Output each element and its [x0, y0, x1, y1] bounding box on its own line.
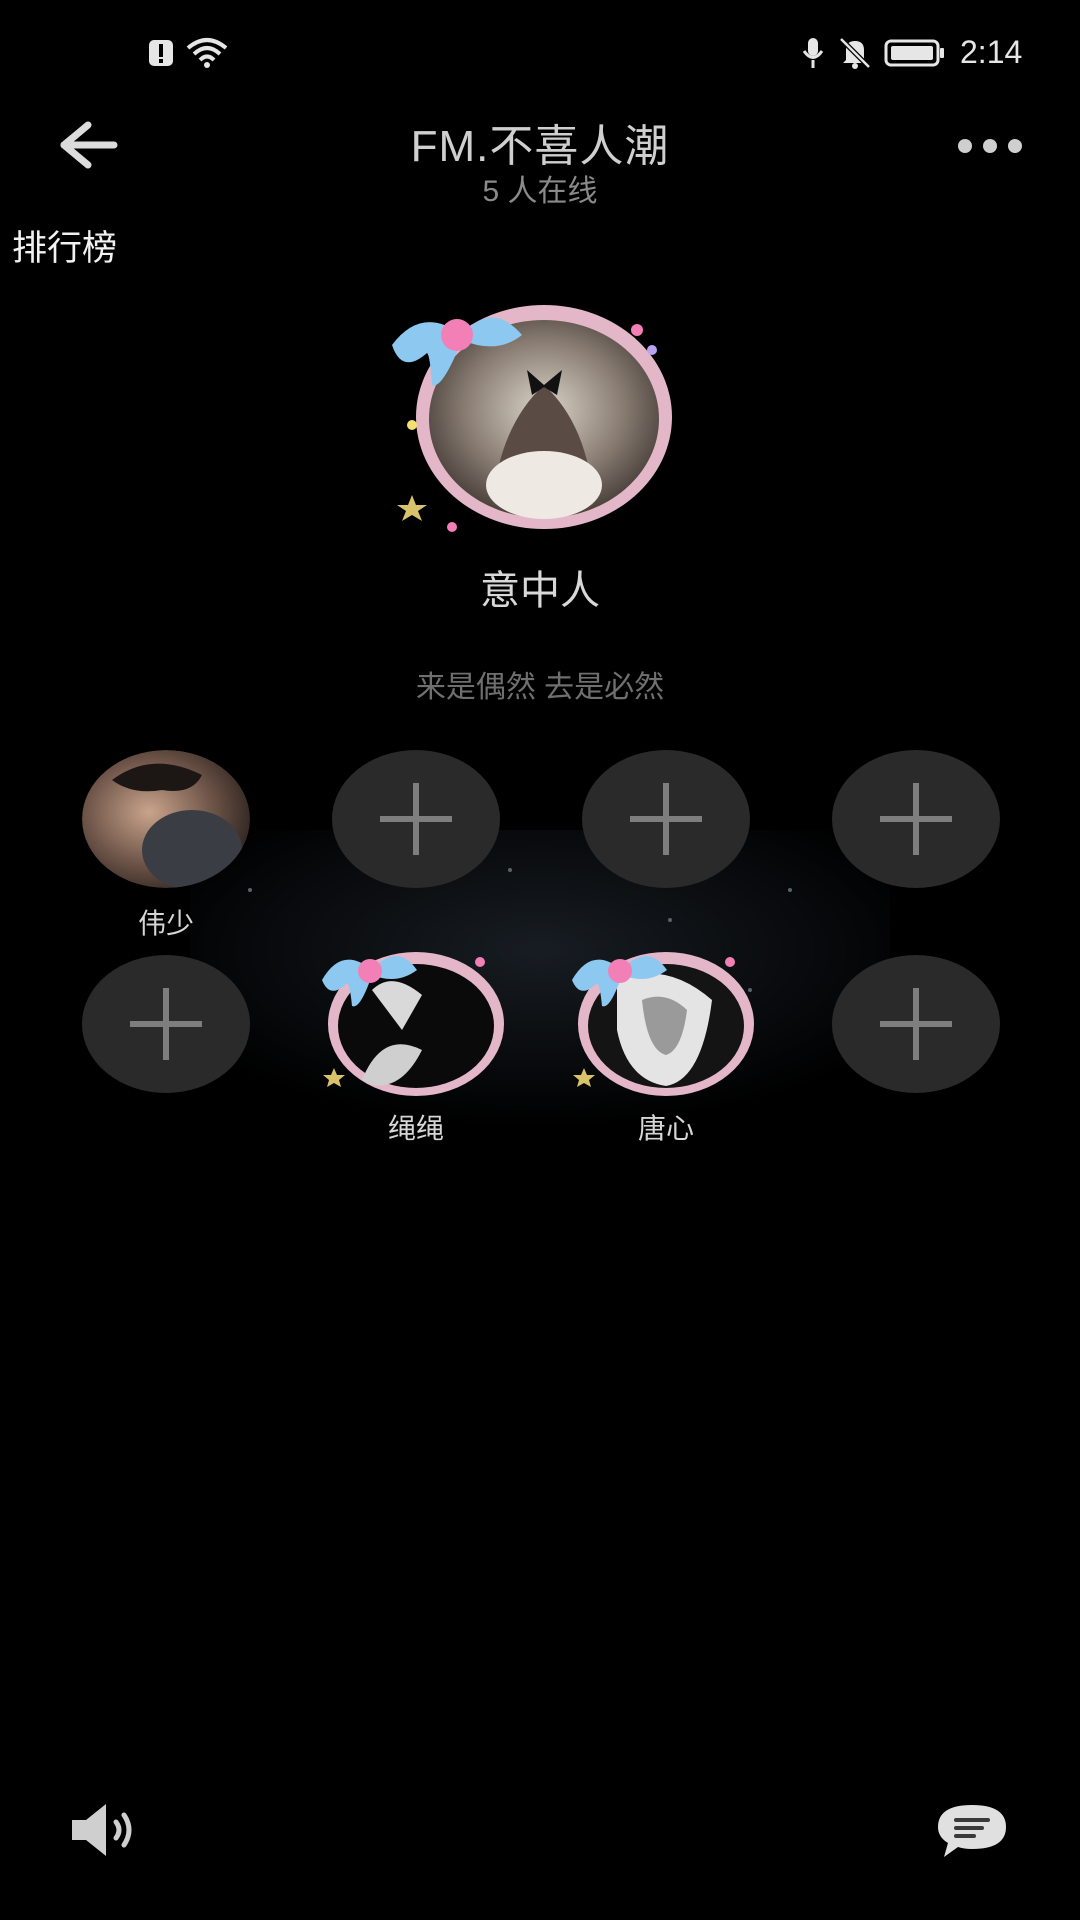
more-button[interactable] — [950, 125, 1030, 165]
bell-off-icon — [839, 37, 871, 69]
status-time: 2:14 — [960, 34, 1023, 70]
seat-avatar[interactable] — [562, 940, 762, 1100]
seat-name: 伟少 — [137, 908, 194, 939]
mic-icon — [802, 38, 824, 68]
room-title: FM.不喜人潮 — [410, 122, 670, 171]
ranking-button[interactable]: 排行榜 — [12, 220, 117, 271]
empty-seat[interactable] — [832, 750, 1000, 888]
empty-seat[interactable] — [332, 750, 500, 888]
host-avatar[interactable] — [382, 295, 687, 540]
speaker-button[interactable] — [70, 1800, 150, 1860]
empty-seat[interactable] — [832, 955, 1000, 1093]
empty-seat[interactable] — [82, 955, 250, 1093]
empty-seat[interactable] — [582, 750, 750, 888]
room-motto: 来是偶然 去是必然 — [415, 671, 665, 704]
seat-name: 绳绳 — [387, 1113, 444, 1144]
battery-icon — [884, 39, 944, 67]
wifi-icon — [186, 38, 228, 68]
host-name: 意中人 — [480, 569, 600, 613]
speaker-icon — [72, 1804, 132, 1856]
seat-avatar[interactable] — [312, 940, 512, 1100]
chat-button[interactable] — [936, 1803, 1008, 1859]
alert-icon — [149, 40, 173, 66]
seat-name: 唐心 — [637, 1113, 694, 1144]
chat-icon — [938, 1805, 1006, 1857]
background-artwork — [190, 830, 890, 1130]
online-count: 5 人在线 — [482, 175, 598, 208]
seat-avatar[interactable] — [82, 750, 250, 888]
